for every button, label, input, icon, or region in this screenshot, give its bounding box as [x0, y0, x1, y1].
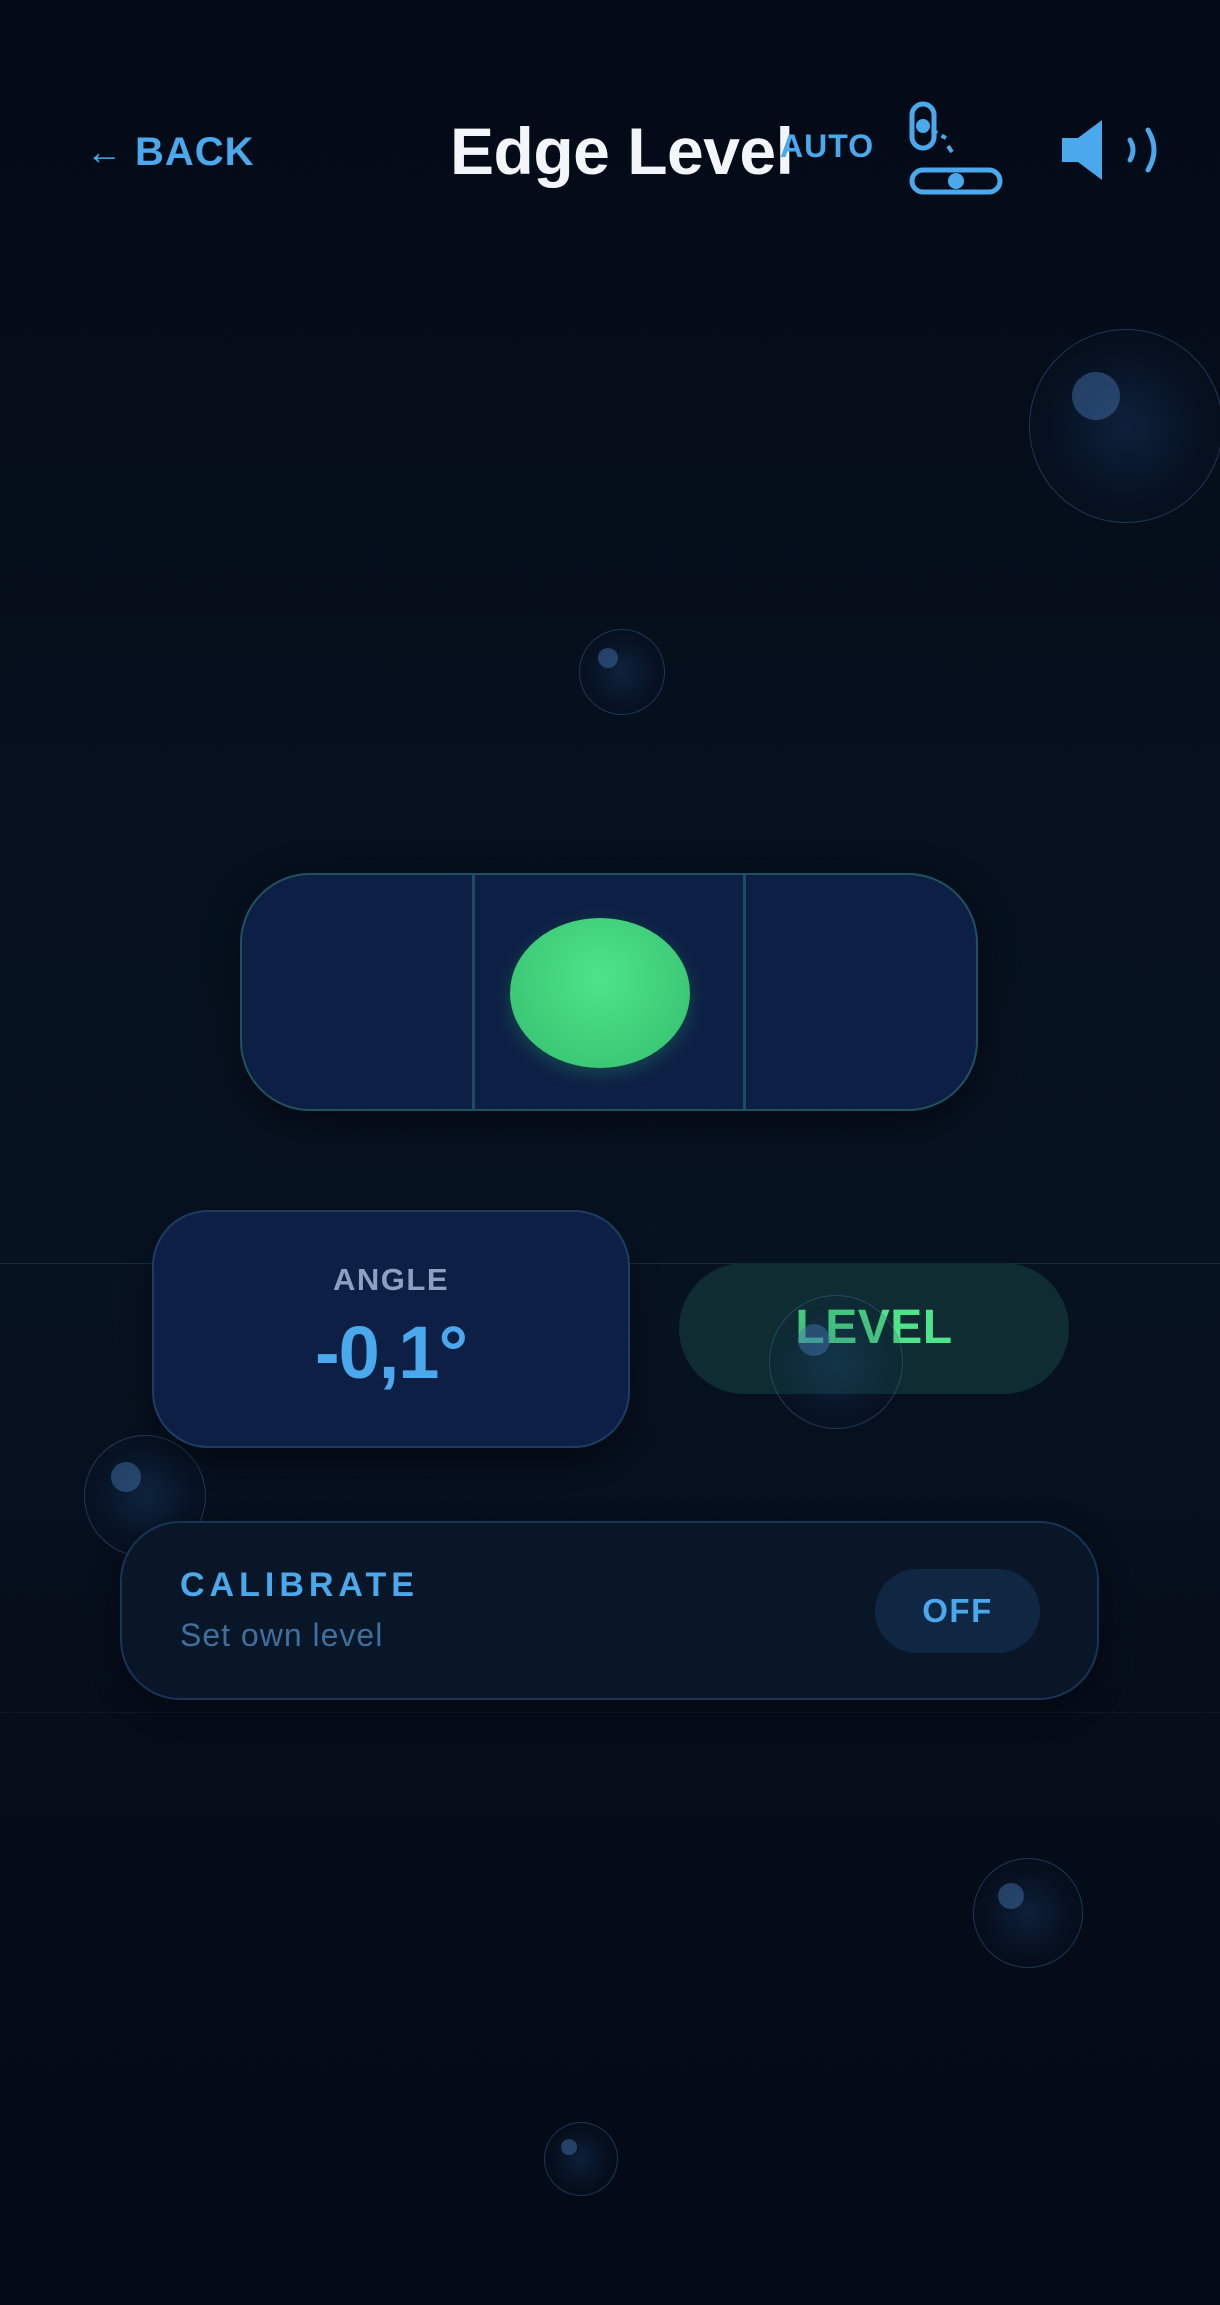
- vial-marker-right: [743, 873, 746, 1111]
- decor-bubble: [769, 1295, 903, 1429]
- decor-bubble: [973, 1858, 1083, 1968]
- angle-value: -0,1°: [314, 1311, 468, 1394]
- auto-mode-label[interactable]: AUTO: [780, 128, 874, 165]
- calibrate-title: CALIBRATE: [180, 1566, 419, 1604]
- decor-bubble: [1029, 329, 1220, 523]
- vial-marker-left: [472, 873, 475, 1111]
- angle-label: ANGLE: [333, 1262, 449, 1297]
- speaker-icon[interactable]: [1058, 116, 1166, 184]
- auto-mode-icon[interactable]: [902, 100, 1006, 200]
- decor-bubble: [544, 2122, 618, 2196]
- back-label: BACK: [135, 129, 255, 174]
- calibrate-toggle[interactable]: OFF: [875, 1569, 1040, 1653]
- decor-bubble: [579, 629, 665, 715]
- level-bubble: [510, 918, 690, 1068]
- page-title: Edge Level: [450, 114, 794, 188]
- back-button[interactable]: ← BACK: [86, 124, 255, 180]
- calibrate-subtitle: Set own level: [180, 1617, 384, 1653]
- back-arrow-icon: ←: [86, 131, 123, 172]
- divider-line: [0, 1712, 1220, 1713]
